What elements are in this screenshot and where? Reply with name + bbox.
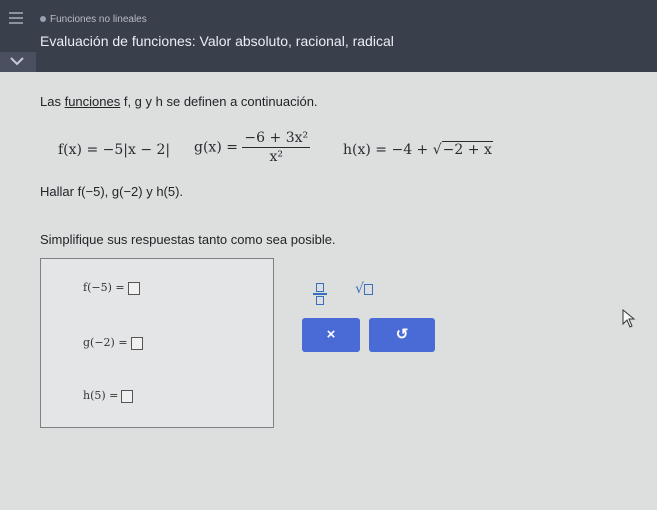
module-title: Funciones no lineales	[40, 14, 147, 25]
page-title: Evaluación de funciones: Valor absoluto,…	[40, 33, 394, 49]
answer-row-h: h(5) =	[83, 389, 134, 403]
instruction-text: Simplifique sus respuestas tanto como se…	[40, 232, 336, 247]
g-fraction: −6 + 3x² x²	[242, 130, 311, 165]
undo-button[interactable]: ↺	[369, 318, 435, 352]
fraction-tool-icon[interactable]	[313, 283, 327, 305]
g-numerator: −6 + 3x²	[242, 130, 311, 148]
menu-icon[interactable]	[9, 12, 23, 27]
sqrt-tool-icon[interactable]: √	[355, 281, 373, 297]
answer-input-g[interactable]	[130, 336, 143, 350]
intro-suffix: f, g y h se definen a continuación.	[120, 94, 318, 109]
mouse-cursor-icon	[622, 309, 636, 328]
answer-row-f: f(−5) =	[83, 281, 140, 295]
answer-label-g: g(−2) =	[83, 336, 128, 349]
h-radicand: −2 + x	[441, 141, 493, 158]
h-radical-sign: √	[432, 142, 442, 158]
g-lhs: g(x) =	[194, 139, 238, 156]
answer-label-f: f(−5) =	[83, 281, 125, 294]
top-bar: Funciones no lineales Evaluación de func…	[0, 0, 657, 72]
answer-input-h[interactable]	[121, 389, 134, 403]
module-dot-icon	[40, 16, 46, 23]
chevron-down-icon	[10, 57, 24, 66]
answer-row-g: g(−2) =	[83, 336, 143, 350]
intro-prefix: Las	[40, 94, 65, 109]
f-definition: f(x) = −5|x − 2|	[58, 142, 171, 158]
g-denominator: x²	[269, 149, 284, 165]
find-statement: Hallar f(−5), g(−2) y h(5).	[40, 184, 184, 199]
h-definition: h(x) = −4 + √−2 + x	[343, 141, 493, 158]
problem-intro: Las funciones f, g y h se definen a cont…	[40, 94, 318, 109]
answer-box: f(−5) = g(−2) = h(5) =	[40, 258, 274, 428]
functions-link[interactable]: funciones	[65, 94, 121, 109]
g-definition: g(x) = −6 + 3x² x²	[194, 130, 311, 165]
answer-input-f[interactable]	[127, 281, 140, 295]
answer-label-h: h(5) =	[83, 389, 119, 402]
sqrt-tool-symbol: √	[355, 281, 364, 297]
collapse-toggle[interactable]	[0, 52, 36, 72]
module-label: Funciones no lineales	[50, 14, 147, 25]
clear-button[interactable]: ×	[302, 318, 360, 352]
function-definitions: f(x) = −5|x − 2| g(x) = −6 + 3x² x² h(x)…	[58, 128, 618, 178]
h-lhs: h(x) = −4 +	[343, 142, 433, 158]
